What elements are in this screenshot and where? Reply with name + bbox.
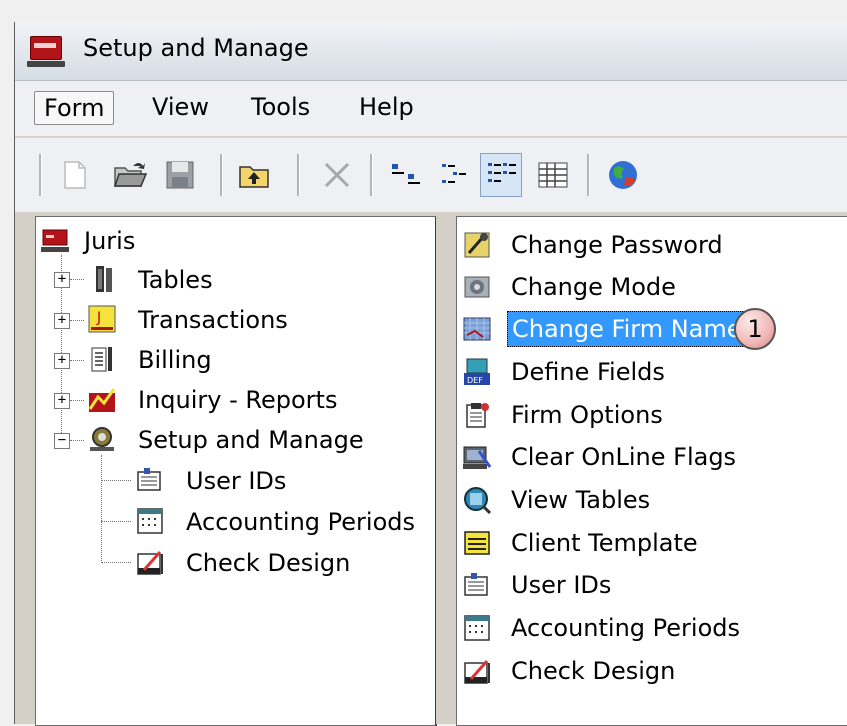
menu-view[interactable]: View xyxy=(143,91,218,123)
large-icons-icon[interactable] xyxy=(389,158,423,192)
tree-guide xyxy=(70,440,84,441)
svg-text:J: J xyxy=(96,310,101,326)
tree-child-check-design[interactable]: Check Design xyxy=(186,547,350,579)
view-tables-icon xyxy=(464,487,491,514)
list-item-label: Client Template xyxy=(511,529,698,557)
collapse-setup-and-manage-toggle[interactable]: − xyxy=(54,433,70,449)
globe-icon[interactable] xyxy=(606,158,640,192)
new-icon[interactable] xyxy=(57,158,91,192)
user-ids-icon xyxy=(464,573,488,596)
check-design-icon xyxy=(137,551,163,575)
list-item-label: Clear OnLine Flags xyxy=(511,443,737,471)
delete-icon[interactable] xyxy=(320,158,354,192)
details-view-icon[interactable] xyxy=(536,158,570,192)
menu-tools[interactable]: Tools xyxy=(242,91,319,123)
toolbar-separator xyxy=(370,154,373,196)
accounting-periods-icon xyxy=(137,508,163,534)
tree-guide xyxy=(70,279,84,280)
toolbar-separator xyxy=(587,154,590,196)
title-bar[interactable]: Setup and Manage xyxy=(15,22,847,81)
save-icon[interactable] xyxy=(163,158,197,192)
menu-form[interactable]: Form xyxy=(34,91,115,125)
pane-splitter[interactable] xyxy=(436,216,454,724)
list-item-label: Check Design xyxy=(511,657,676,685)
list-item-label: Change Firm Name xyxy=(507,311,747,347)
transactions-icon: J xyxy=(88,305,116,333)
small-icons-icon[interactable] xyxy=(439,158,473,192)
tree-node-transactions[interactable]: Transactions xyxy=(138,304,288,336)
tree-child-user-ids[interactable]: User IDs xyxy=(186,465,286,497)
toolbar-separator xyxy=(297,154,300,196)
change-firm-name-icon xyxy=(463,317,491,341)
expand-inquiry-reports-toggle[interactable]: + xyxy=(54,393,70,409)
tree-guide xyxy=(101,480,131,481)
tree-guide xyxy=(70,360,84,361)
tree-root-label[interactable]: Juris xyxy=(84,225,135,257)
list-pane[interactable]: Change Password Change Mode Change Firm … xyxy=(456,216,847,726)
list-item-label: Define Fields xyxy=(511,358,665,386)
tree-guide xyxy=(101,455,102,563)
user-ids-icon xyxy=(137,468,161,491)
tree-guide xyxy=(101,521,131,522)
tree-child-accounting-periods[interactable]: Accounting Periods xyxy=(186,506,415,538)
expand-transactions-toggle[interactable]: + xyxy=(54,313,70,329)
list-item-label: View Tables xyxy=(511,486,651,514)
tree-pane[interactable]: Juris + Tables + J Transactions + Billin… xyxy=(35,216,437,726)
billing-icon xyxy=(91,347,112,372)
setup-and-manage-icon xyxy=(90,427,114,451)
check-design-icon xyxy=(464,660,490,684)
expand-billing-toggle[interactable]: + xyxy=(54,353,70,369)
window-title: Setup and Manage xyxy=(83,34,309,62)
toolbar xyxy=(15,137,847,212)
list-item-label: User IDs xyxy=(511,571,612,599)
define-fields-icon: DEF xyxy=(464,358,490,385)
open-folder-icon[interactable] xyxy=(113,158,147,192)
juris-root-icon xyxy=(41,229,69,252)
app-icon-bar xyxy=(34,43,56,48)
tree-guide xyxy=(70,400,84,401)
menu-help[interactable]: Help xyxy=(350,91,423,123)
tree-guide xyxy=(70,320,84,321)
tree-node-inquiry-reports[interactable]: Inquiry - Reports xyxy=(138,384,337,416)
change-mode-icon xyxy=(464,276,490,298)
client-template-icon xyxy=(464,531,490,555)
tree-node-setup-and-manage[interactable]: Setup and Manage xyxy=(138,424,364,456)
accounting-periods-icon xyxy=(464,615,490,641)
firm-options-icon xyxy=(466,403,489,428)
clear-online-flags-icon xyxy=(463,446,491,469)
tree-guide xyxy=(101,562,131,563)
step-callout-badge: 1 xyxy=(734,308,776,350)
change-password-icon xyxy=(464,232,490,258)
list-item-label: Accounting Periods xyxy=(511,614,740,642)
list-view-icon[interactable] xyxy=(480,153,522,197)
list-item-label: Change Password xyxy=(511,231,723,259)
menu-bar: Form View Tools Help xyxy=(15,81,847,136)
tree-node-billing[interactable]: Billing xyxy=(138,344,212,376)
list-item-label: Firm Options xyxy=(511,401,663,429)
tree-node-tables[interactable]: Tables xyxy=(138,264,213,296)
expand-tables-toggle[interactable]: + xyxy=(54,272,70,288)
up-folder-icon[interactable] xyxy=(237,158,271,192)
toolbar-separator xyxy=(39,154,42,196)
inquiry-reports-icon xyxy=(88,388,116,412)
setup-and-manage-window: Setup and Manage Form View Tools Help Ju… xyxy=(14,22,847,726)
svg-text:DEF: DEF xyxy=(467,376,483,385)
toolbar-separator xyxy=(220,154,223,196)
tables-icon xyxy=(96,266,112,292)
list-item-label: Change Mode xyxy=(511,273,676,301)
juris-app-icon[interactable] xyxy=(27,36,65,67)
